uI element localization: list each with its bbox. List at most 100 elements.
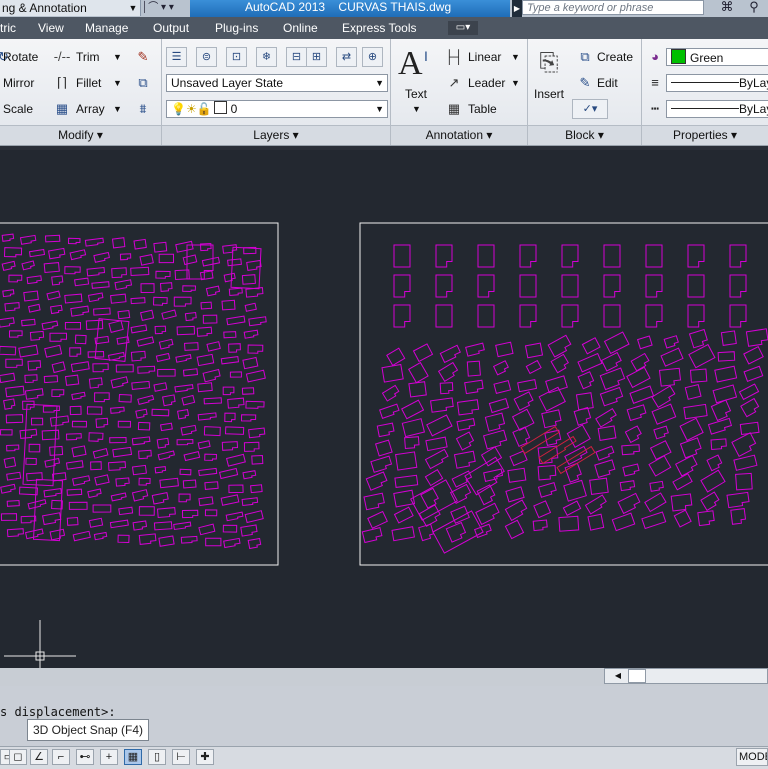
trim-dropdown-icon[interactable]: ▼ (113, 49, 122, 65)
lineweight-toggle-icon[interactable]: ⊢ (172, 749, 190, 765)
tab-plugins[interactable]: Plug-ins (215, 17, 258, 39)
linear-dropdown-icon[interactable]: ▼ (511, 49, 520, 65)
workspace-dropdown-icon[interactable]: ▼ (128, 0, 138, 16)
building-footprint (66, 488, 83, 496)
3d-object-snap-icon[interactable]: ⊷ (76, 749, 94, 765)
building-footprint (42, 512, 62, 526)
tab-manage[interactable]: Manage (85, 17, 128, 39)
layer-walk-icon[interactable]: ⇄ (336, 47, 357, 67)
current-layer-value: 0 (230, 102, 238, 116)
model-space-toggle[interactable]: MODE (736, 748, 768, 766)
building-footprint (46, 290, 61, 301)
building-footprint (65, 460, 84, 470)
user-icon[interactable]: ⚲ (744, 0, 764, 16)
object-snap-icon[interactable]: ⌐ (52, 749, 70, 765)
tab-express-tools[interactable]: Express Tools (342, 17, 416, 39)
drawing-canvas[interactable] (0, 150, 768, 668)
workspace-switcher[interactable]: ng & Annotation (0, 0, 141, 16)
building-footprint (224, 426, 245, 435)
search-expand-icon[interactable]: ▶ (512, 0, 522, 17)
scrollbar-thumb[interactable] (628, 669, 646, 683)
block-attribute-icon[interactable]: ✓▾ (572, 99, 608, 119)
tab-parametric[interactable]: tric (0, 17, 16, 39)
dynamic-input-icon[interactable]: ▯ (148, 749, 166, 765)
insert-block-icon[interactable]: ⎘ (532, 47, 566, 81)
tab-output[interactable]: Output (153, 17, 189, 39)
dynamic-ucs-icon[interactable]: ▦ (124, 749, 142, 765)
search-input[interactable]: Type a keyword or phrase (522, 0, 704, 15)
explode-icon[interactable]: ⧉ (133, 75, 153, 91)
building-footprint (653, 425, 669, 440)
layer-isolate-icon[interactable]: ⊡ (226, 47, 247, 67)
match-properties-icon[interactable]: ◕ (645, 49, 665, 65)
building-footprint (504, 499, 528, 522)
trim-button[interactable]: Trim (76, 49, 100, 65)
tab-online[interactable]: Online (283, 17, 318, 39)
fillet-dropdown-icon[interactable]: ▼ (113, 75, 122, 91)
polar-tracking-icon[interactable]: ∠ (30, 749, 48, 765)
building-footprint (137, 394, 155, 406)
leader-button[interactable]: Leader (468, 75, 505, 91)
quick-properties-icon[interactable]: ✚ (196, 749, 214, 765)
scroll-left-icon[interactable]: ◀ (612, 669, 624, 683)
layer-merge-icon[interactable]: ⊕ (362, 47, 383, 67)
building-footprint (219, 467, 239, 480)
text-dropdown-icon[interactable]: ▼ (412, 101, 421, 117)
tab-view[interactable]: View (38, 17, 64, 39)
right-viewport-frame[interactable] (359, 222, 768, 566)
building-footprint (599, 367, 626, 391)
layer-properties-icon[interactable]: ☰ (166, 47, 187, 67)
layers-panel-title[interactable]: Layers ▾ (162, 125, 390, 145)
current-layer-dropdown[interactable]: 💡☀🔓 0 ▼ (166, 100, 388, 118)
insert-button[interactable]: Insert (534, 86, 564, 102)
ortho-icon[interactable]: ◻ (9, 749, 27, 765)
building-footprint (161, 309, 177, 320)
create-button[interactable]: Create (597, 49, 633, 65)
color-dropdown[interactable]: Green (666, 48, 768, 66)
building-footprint (182, 479, 197, 489)
erase-brush-icon[interactable]: ✎ (133, 49, 153, 65)
quick-access-toolbar[interactable]: │⌒ ▾ ▾ (142, 0, 190, 16)
building-footprint (186, 244, 214, 280)
annotation-panel-title[interactable]: Annotation ▾ (391, 125, 527, 145)
lineweight-dropdown[interactable]: ByLay (666, 74, 768, 92)
block-panel-title[interactable]: Block ▾ (528, 125, 641, 145)
building-footprint (201, 256, 221, 267)
fillet-button[interactable]: Fillet (76, 75, 101, 91)
layer-match-icon[interactable]: ⊞ (306, 47, 327, 67)
linear-button[interactable]: Linear (468, 49, 501, 65)
building-footprint (730, 508, 747, 525)
building-footprint (87, 488, 102, 499)
ribbon-minimize-icon[interactable]: ▭▾ (448, 21, 478, 35)
building-footprint (158, 535, 175, 547)
properties-panel-title[interactable]: Properties ▾ (642, 125, 768, 145)
leader-icon: ↗ (448, 75, 460, 90)
mirror-button[interactable]: Mirror (3, 75, 34, 91)
object-snap-tracking-icon[interactable]: + (100, 749, 118, 765)
layer-lock-icon[interactable]: ⊟ (286, 47, 307, 67)
array-button[interactable]: Array (76, 101, 105, 117)
building-footprint (573, 406, 592, 426)
rotate-button[interactable]: Rotate (3, 49, 38, 65)
array-dropdown-icon[interactable]: ▼ (113, 101, 122, 117)
building-footprint (20, 515, 37, 524)
layer-state-dropdown[interactable]: Unsaved Layer State ▼ (166, 74, 388, 92)
building-footprint (465, 342, 485, 357)
layer-freeze-icon[interactable]: ❄ (256, 47, 277, 67)
building-footprint (492, 360, 509, 376)
text-tool-icon[interactable]: A (398, 44, 423, 84)
edit-button[interactable]: Edit (597, 75, 618, 91)
array-icon: ▦ (55, 101, 69, 116)
linetype-dropdown[interactable]: ByLay (666, 100, 768, 118)
text-button[interactable]: Text (405, 86, 427, 102)
building-footprint (6, 499, 20, 507)
leader-dropdown-icon[interactable]: ▼ (511, 75, 520, 91)
binoculars-icon[interactable]: ⌘ (716, 0, 738, 16)
scale-button[interactable]: Scale (3, 101, 33, 117)
building-footprint (118, 506, 134, 516)
layer-off-icon[interactable]: ⊜ (196, 47, 217, 67)
offset-icon[interactable]: ⩩ (133, 101, 153, 117)
table-button[interactable]: Table (468, 101, 497, 117)
modify-panel-title[interactable]: Modify ▾ (0, 125, 161, 145)
building-footprint (69, 249, 87, 261)
